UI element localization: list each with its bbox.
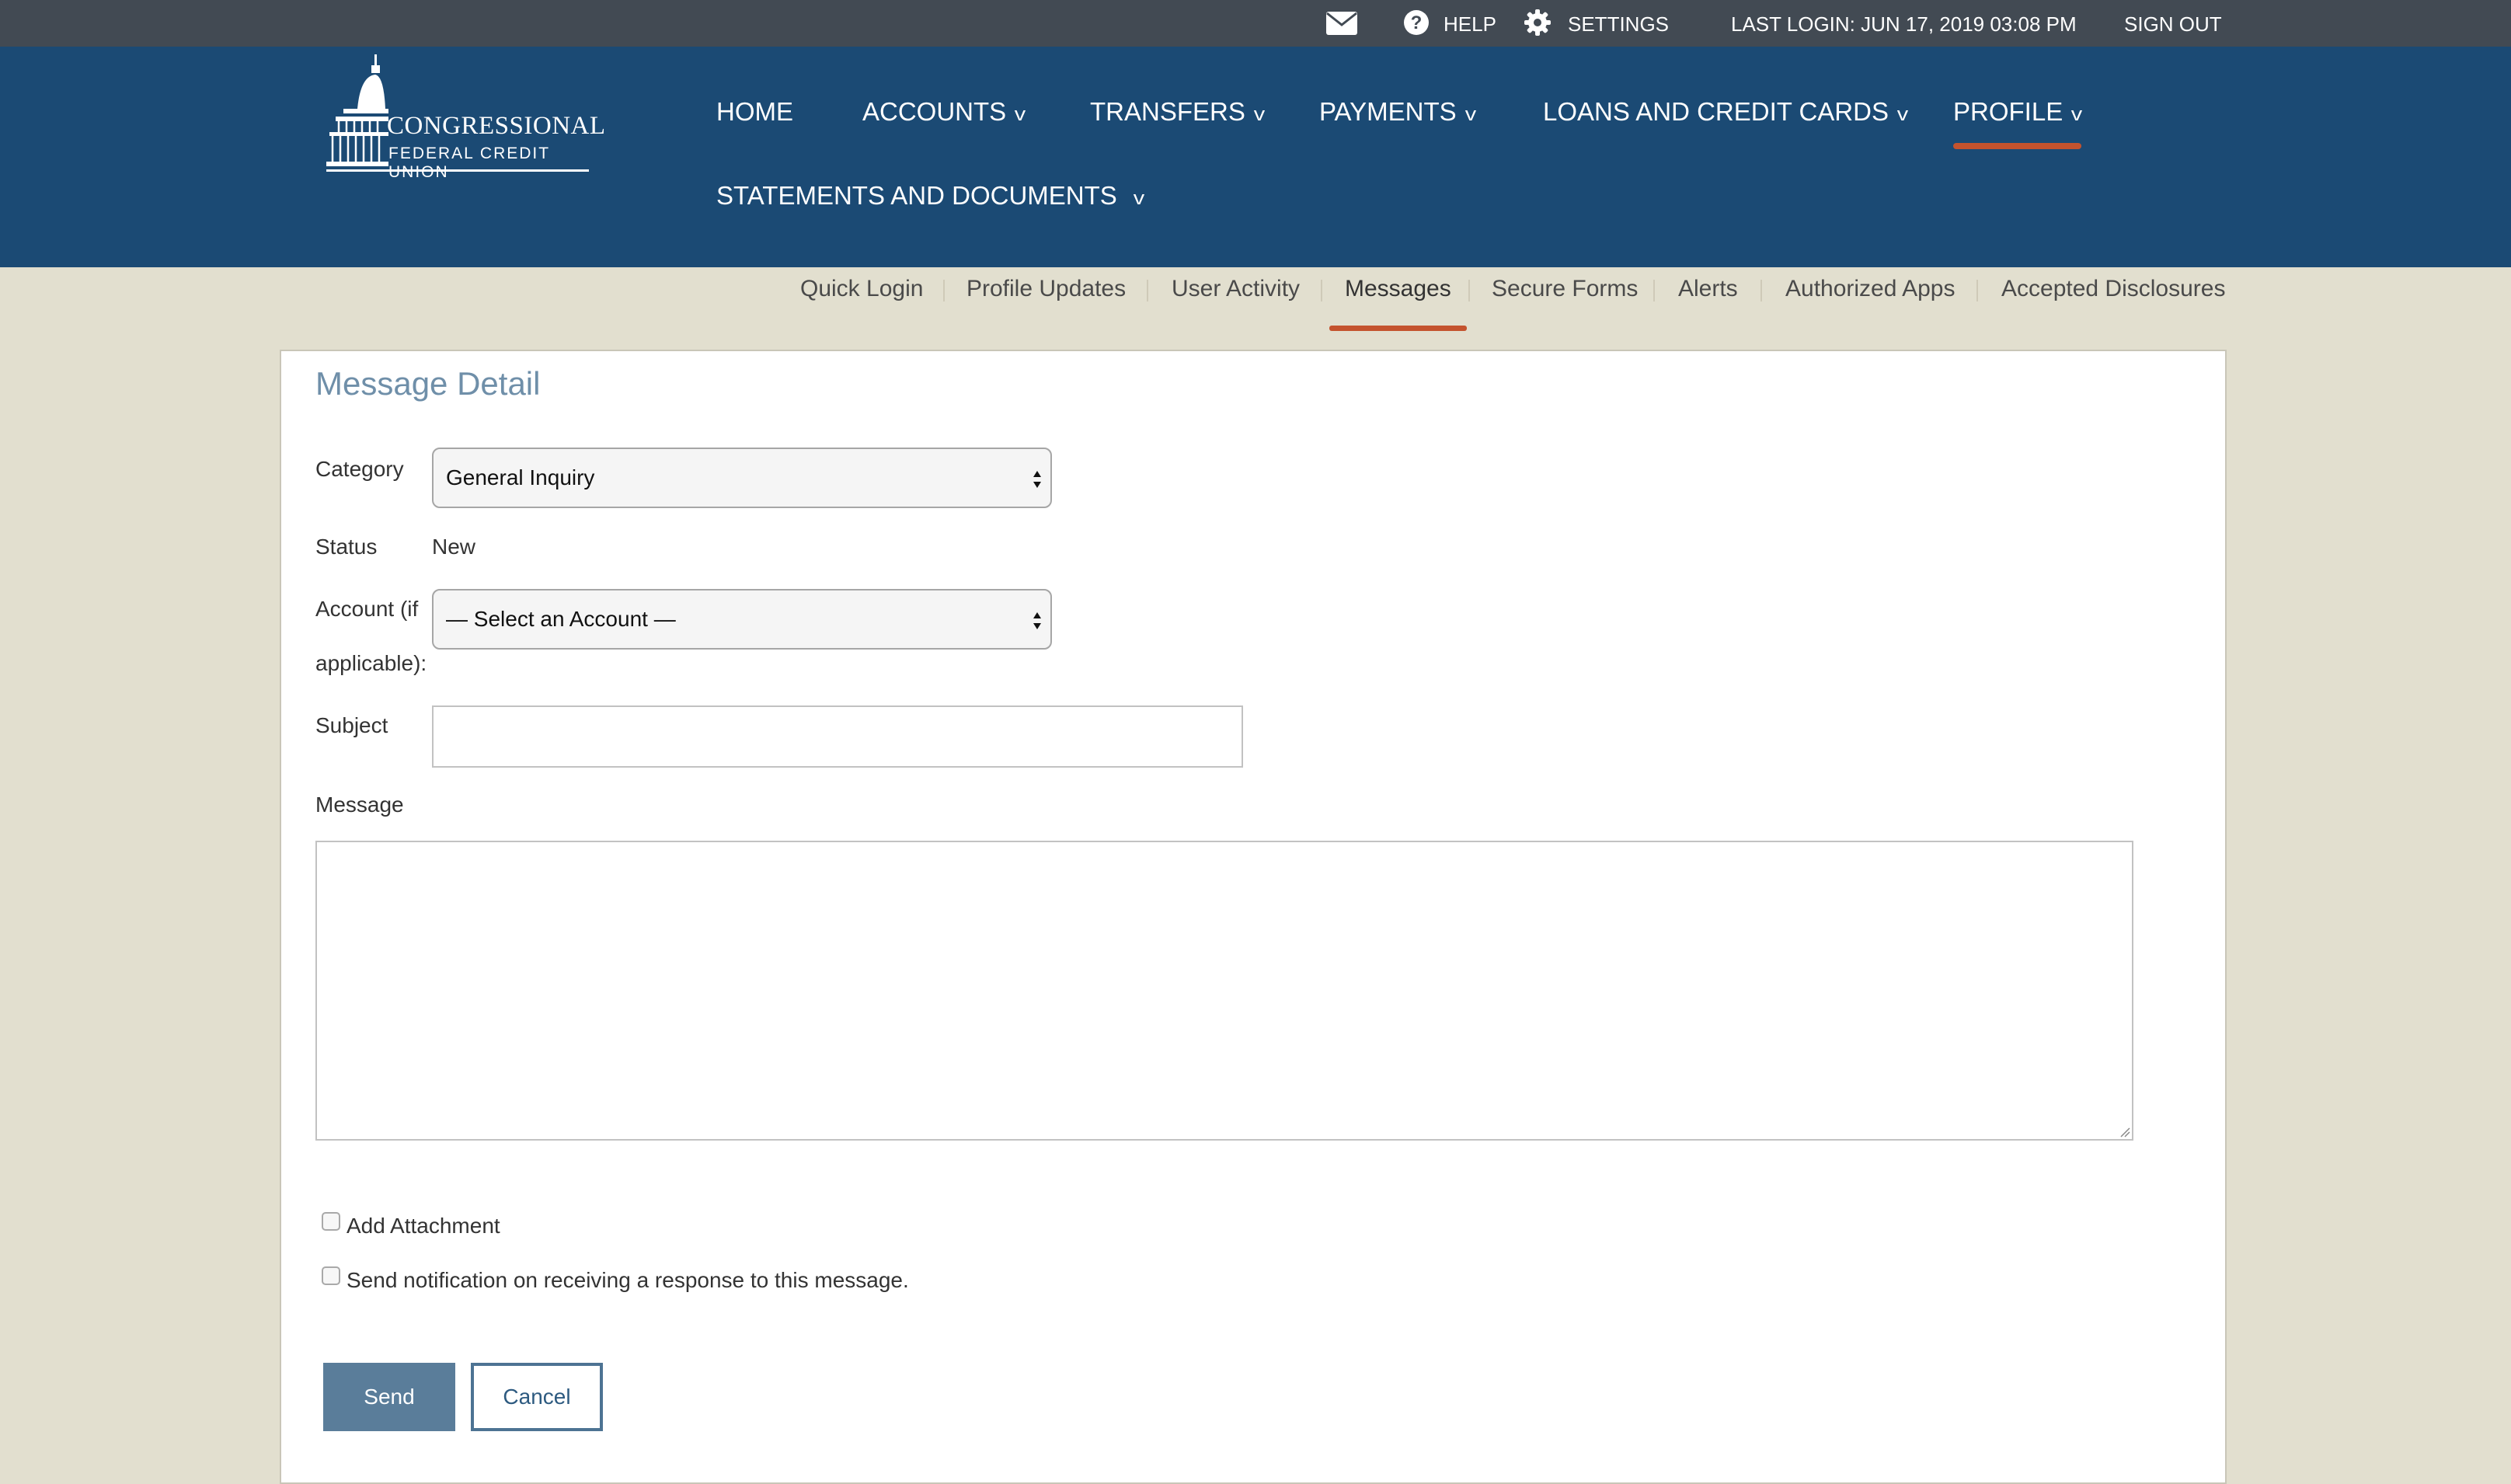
nav-statements-and-documents[interactable]: STATEMENTS AND DOCUMENTS v (716, 180, 1144, 214)
chevron-down-icon: v (1253, 104, 1266, 125)
help-link[interactable]: HELP (1444, 12, 1496, 36)
last-login-text: LAST LOGIN: JUN 17, 2019 03:08 PM (1731, 12, 2077, 36)
mail-icon[interactable] (1325, 11, 1358, 36)
category-selected-value: General Inquiry (446, 465, 595, 489)
add-attachment-checkbox[interactable] (322, 1212, 340, 1231)
chevron-down-icon: v (1014, 104, 1026, 125)
message-textarea[interactable] (315, 841, 2133, 1141)
subnav-profile-updates[interactable]: Profile Updates (966, 273, 1126, 305)
category-label: Category (315, 457, 404, 481)
nav-payments-label: PAYMENTS (1319, 97, 1457, 126)
nav-loans-label: LOANS AND CREDIT CARDS (1543, 97, 1889, 126)
main-navigation: CONGRESSIONAL FEDERAL CREDIT UNION HOME … (0, 47, 2511, 267)
sign-out-link[interactable]: SIGN OUT (2124, 12, 2222, 36)
status-value: New (432, 535, 476, 559)
settings-link[interactable]: SETTINGS (1568, 12, 1669, 36)
utility-bar: ? HELP SETTINGS LAST LOGIN: JUN 17, 2019… (0, 0, 2511, 47)
chevron-down-icon: v (1133, 188, 1145, 209)
nav-transfers-label: TRANSFERS (1090, 97, 1245, 126)
svg-text:?: ? (1411, 12, 1423, 33)
status-label: Status (315, 535, 378, 559)
subnav-accepted-disclosures[interactable]: Accepted Disclosures (2001, 273, 2225, 305)
capitol-dome-icon (326, 54, 388, 172)
credit-union-logo[interactable]: CONGRESSIONAL FEDERAL CREDIT UNION (326, 54, 605, 186)
notify-label: Send notification on receiving a respons… (347, 1268, 909, 1292)
subnav-user-activity[interactable]: User Activity (1172, 273, 1300, 305)
account-label-line1: Account (if (315, 597, 419, 621)
subnav-divider (1468, 280, 1470, 301)
subnav-divider (1976, 280, 1978, 301)
add-attachment-label: Add Attachment (347, 1214, 500, 1238)
subject-label: Subject (315, 713, 388, 737)
logo-name-line2: FEDERAL CREDIT UNION (388, 145, 550, 181)
account-select[interactable]: — Select an Account — (432, 589, 1052, 650)
resize-handle-icon[interactable] (2118, 1125, 2130, 1137)
gear-icon[interactable] (1523, 8, 1552, 37)
nav-statements-label: STATEMENTS AND DOCUMENTS (716, 181, 1117, 210)
nav-accounts[interactable]: ACCOUNTS v (862, 96, 1026, 131)
notify-checkbox[interactable] (322, 1266, 340, 1285)
subnav-messages[interactable]: Messages (1329, 273, 1467, 331)
nav-payments[interactable]: PAYMENTS v (1319, 96, 1476, 131)
chevron-down-icon: v (2071, 104, 2083, 125)
chevron-down-icon: v (1464, 104, 1476, 125)
subnav-divider (1321, 280, 1322, 301)
cancel-button[interactable]: Cancel (471, 1363, 603, 1431)
nav-loans-and-credit-cards[interactable]: LOANS AND CREDIT CARDS v (1543, 96, 1909, 131)
account-label-line2: applicable): (315, 651, 427, 675)
select-arrows-icon (1033, 471, 1041, 488)
account-selected-value: — Select an Account — (446, 607, 676, 631)
send-button[interactable]: Send (323, 1363, 455, 1431)
logo-name-line1: CONGRESSIONAL (387, 112, 606, 140)
subnav-divider (1147, 280, 1148, 301)
logo-underline (326, 169, 589, 172)
subnav-divider (1653, 280, 1655, 301)
nav-home-label: HOME (716, 97, 793, 126)
subnav-secure-forms[interactable]: Secure Forms (1492, 273, 1638, 305)
subnav-divider (1760, 280, 1762, 301)
category-select[interactable]: General Inquiry (432, 448, 1052, 508)
nav-accounts-label: ACCOUNTS (862, 97, 1007, 126)
nav-transfers[interactable]: TRANSFERS v (1090, 96, 1266, 131)
message-label: Message (315, 793, 404, 817)
message-detail-panel: Message Detail Category General Inquiry … (280, 350, 2227, 1484)
chevron-down-icon: v (1896, 104, 1909, 125)
subnav-quick-login[interactable]: Quick Login (800, 273, 923, 305)
subnav-divider (943, 280, 945, 301)
nav-profile[interactable]: PROFILE v (1953, 96, 2083, 149)
nav-home[interactable]: HOME (716, 96, 793, 127)
select-arrows-icon (1033, 612, 1041, 629)
page-title: Message Detail (315, 365, 541, 402)
nav-profile-label: PROFILE (1953, 97, 2063, 126)
subject-input[interactable] (432, 705, 1243, 768)
subnav-authorized-apps[interactable]: Authorized Apps (1785, 273, 1955, 305)
help-icon[interactable]: ? (1403, 9, 1430, 36)
subnav-alerts[interactable]: Alerts (1678, 273, 1738, 305)
